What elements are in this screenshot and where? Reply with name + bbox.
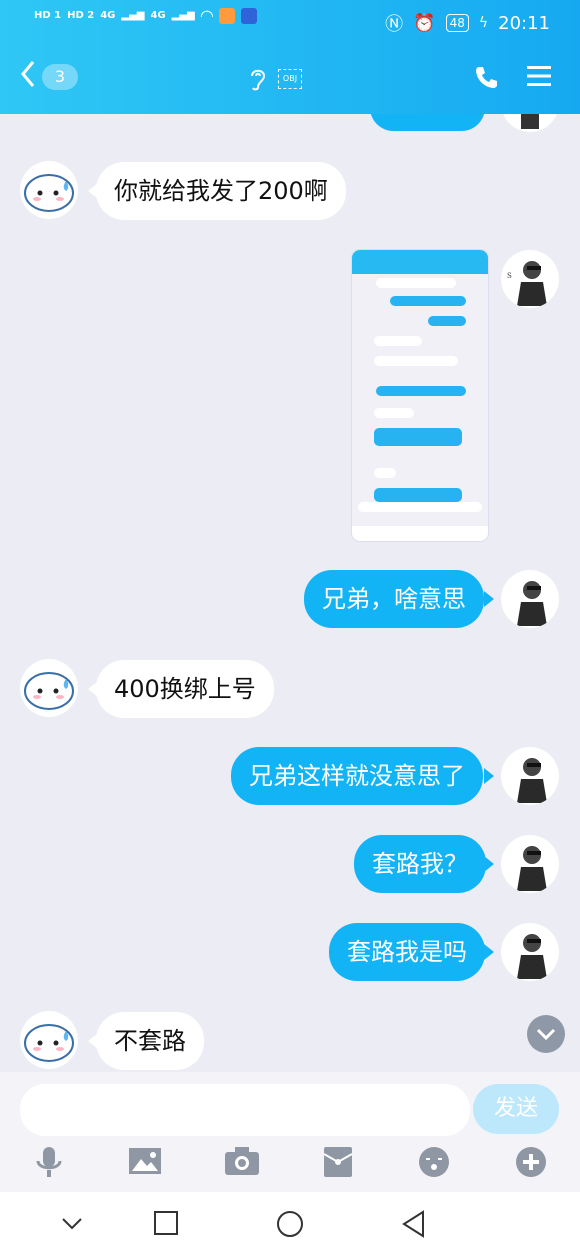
hd1-label: HD 1: [34, 10, 62, 21]
message-input[interactable]: [20, 1084, 470, 1136]
chevron-left-icon: [21, 61, 35, 87]
emoji-icon[interactable]: [418, 1146, 450, 1182]
home-icon[interactable]: [276, 1210, 304, 1242]
mini-bubble: [376, 386, 466, 396]
hd2-label: HD 2: [67, 10, 95, 21]
obj-icon[interactable]: OBJ: [278, 69, 302, 89]
wifi-icon: ◠: [200, 6, 214, 25]
mini-bubble: [390, 296, 466, 306]
unread-count-badge[interactable]: 3: [42, 64, 78, 90]
my-avatar[interactable]: [501, 923, 559, 981]
mini-bubble: [374, 408, 414, 418]
contact-avatar[interactable]: [20, 659, 78, 717]
network-4g-label-2: 4G: [150, 10, 166, 21]
nfc-icon: Ⓝ: [385, 14, 404, 35]
earpiece-mode-icon[interactable]: [248, 66, 268, 96]
screenshot-navbar: [352, 526, 488, 541]
signal-icon-2: ▂▄▆: [171, 10, 195, 21]
back-button[interactable]: [20, 60, 36, 93]
mini-bubble: [428, 316, 466, 326]
status-right: Ⓝ ⏰ 48 ϟ 20:11: [385, 10, 550, 36]
microphone-icon[interactable]: [34, 1146, 64, 1184]
system-navigation-bar: [0, 1192, 580, 1257]
my-avatar[interactable]: [501, 114, 559, 132]
screenshot-image-message[interactable]: [352, 250, 488, 541]
mini-bubble: [374, 428, 462, 446]
message-bubble[interactable]: 不套路: [96, 1012, 204, 1070]
message-bubble[interactable]: 你就给我发了200啊: [96, 162, 346, 220]
mini-bubble: [374, 336, 422, 346]
send-button[interactable]: 发送: [473, 1084, 559, 1134]
status-left: HD 1 HD 2 4G ▂▄▆ 4G ▂▄▆ ◠: [34, 6, 258, 25]
phone-icon: [476, 67, 497, 88]
status-bar: HD 1 HD 2 4G ▂▄▆ 4G ▂▄▆ ◠ Ⓝ ⏰ 48 ϟ 20:11: [0, 0, 580, 42]
message-bubble[interactable]: 400换绑上号: [96, 660, 274, 718]
alarm-icon: ⏰: [413, 12, 436, 34]
clock-time: 20:11: [498, 12, 550, 34]
scroll-to-bottom-button[interactable]: [527, 1015, 565, 1053]
screenshot-input: [358, 502, 482, 512]
chevron-down-icon: [536, 1028, 556, 1041]
my-avatar[interactable]: [501, 570, 559, 628]
mini-bubble: [374, 468, 396, 478]
svg-text:S: S: [507, 272, 512, 280]
message-bubble[interactable]: 兄弟这样就没意思了: [231, 747, 483, 805]
contact-avatar[interactable]: [20, 1011, 78, 1069]
my-avatar[interactable]: [501, 747, 559, 805]
mini-bubble: [374, 356, 458, 366]
chevron-down-icon[interactable]: [60, 1216, 84, 1236]
bubble-tail: [484, 944, 494, 960]
message-bubble-partial[interactable]: [370, 114, 485, 131]
app-notification-icon-2: [241, 7, 258, 24]
plus-icon[interactable]: [515, 1146, 547, 1182]
message-bubble[interactable]: 兄弟，啥意思: [304, 570, 484, 628]
hamburger-menu-icon: [527, 66, 551, 86]
message-bubble[interactable]: 套路我是吗: [329, 923, 485, 981]
mini-bubble: [374, 488, 462, 502]
camera-icon[interactable]: [224, 1146, 260, 1180]
my-avatar[interactable]: S: [501, 250, 559, 308]
charging-icon: ϟ: [478, 15, 489, 31]
app-notification-icon: [219, 7, 236, 24]
message-bubble[interactable]: 套路我？: [354, 835, 486, 893]
contact-avatar[interactable]: [20, 161, 78, 219]
red-packet-icon[interactable]: [323, 1146, 353, 1182]
call-button[interactable]: [474, 64, 500, 94]
chat-area[interactable]: 你就给我发了200啊 S 兄弟，啥意思 400换绑上号 兄弟这样就没意思了 套路…: [0, 114, 580, 1072]
bubble-tail: [484, 591, 494, 607]
mini-bubble: [376, 278, 456, 288]
bubble-tail: [484, 768, 494, 784]
bubble-tail: [484, 856, 494, 872]
back-icon[interactable]: [401, 1210, 427, 1242]
composer: 发送: [0, 1072, 580, 1192]
chat-header: 3 OBJ: [0, 42, 580, 114]
my-avatar[interactable]: [501, 835, 559, 893]
network-4g-label: 4G: [100, 10, 116, 21]
menu-button[interactable]: [526, 64, 552, 92]
recent-apps-icon[interactable]: [153, 1210, 179, 1240]
battery-icon: 48: [445, 14, 469, 32]
signal-icon: ▂▄▆: [121, 10, 145, 21]
screenshot-header: [352, 250, 488, 274]
image-icon[interactable]: [128, 1146, 162, 1180]
